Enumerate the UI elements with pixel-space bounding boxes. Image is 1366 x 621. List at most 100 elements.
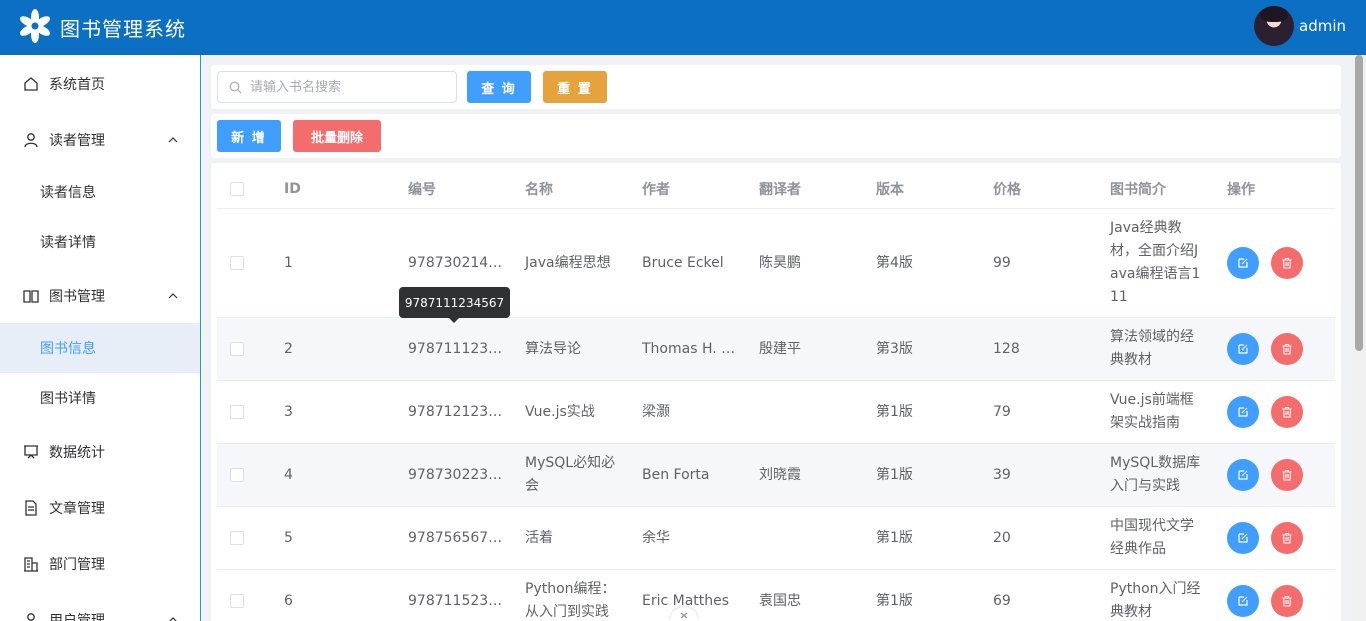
delete-button[interactable] [1271, 396, 1303, 428]
cell-price: 20 [993, 529, 1011, 546]
cell-price: 39 [993, 466, 1011, 483]
row-checkbox-cell[interactable] [230, 444, 244, 506]
table-row[interactable]: 5 978756567… 活着 余华 第1版 20 中国现代文学经典作品 [217, 507, 1335, 570]
add-button[interactable]: 新 增 [217, 120, 281, 152]
sidebar-item-reader-detail[interactable]: 读者详情 [0, 217, 200, 267]
cell-price: 99 [993, 254, 1011, 271]
select-all-checkbox[interactable] [230, 182, 244, 196]
query-button[interactable]: 查 询 [467, 71, 531, 103]
row-checkbox[interactable] [230, 594, 244, 608]
header-author[interactable]: 作者 [642, 169, 670, 209]
page-scrollbar[interactable] [1352, 55, 1366, 621]
cell-id: 5 [284, 529, 293, 546]
sidebar-item-book-info[interactable]: 图书信息 [0, 323, 200, 373]
avatar[interactable] [1254, 6, 1294, 46]
row-checkbox-cell[interactable] [230, 570, 244, 621]
select-all-checkbox-cell[interactable] [230, 169, 244, 209]
trash-icon [1282, 532, 1292, 544]
cell-author: Ben Forta [642, 466, 710, 483]
edit-button[interactable] [1227, 522, 1259, 554]
row-checkbox[interactable] [230, 531, 244, 545]
table-row[interactable]: 4 978730223… MySQL必知必会 Ben Forta 刘晓霞 第1版… [217, 444, 1335, 507]
row-checkbox-cell[interactable] [230, 507, 244, 569]
scrollbar-thumb[interactable] [1355, 55, 1363, 351]
cell-id: 1 [284, 254, 293, 271]
cell-edition: 第3版 [876, 340, 913, 357]
sidebar-item-home[interactable]: 系统首页 [0, 59, 200, 109]
cell-price: 128 [993, 340, 1020, 357]
sidebar-item-book-detail[interactable]: 图书详情 [0, 373, 200, 423]
cell-price: 79 [993, 403, 1011, 420]
trash-icon [1282, 469, 1292, 481]
header-translator[interactable]: 翻译者 [759, 169, 801, 209]
cell-author: 余华 [642, 529, 670, 546]
edit-button[interactable] [1227, 247, 1259, 279]
table-row[interactable]: 2 978711123… 算法导论 Thomas H. … 殷建平 第3版 12… [217, 318, 1335, 381]
header-isbn[interactable]: 编号 [408, 169, 436, 209]
search-input-wrapper[interactable] [217, 71, 457, 103]
document-icon [25, 500, 37, 516]
cell-price: 69 [993, 592, 1011, 609]
header-id[interactable]: ID [284, 169, 301, 209]
row-checkbox-cell[interactable] [230, 381, 244, 443]
header-price[interactable]: 价格 [993, 169, 1021, 209]
edit-icon [1238, 596, 1248, 606]
header-edition[interactable]: 版本 [876, 169, 904, 209]
table-row[interactable]: 1 978730214… Java编程思想 Bruce Eckel 陈昊鹏 第4… [217, 209, 1335, 318]
cell-id: 2 [284, 340, 293, 357]
sidebar-item-books[interactable]: 图书管理 [0, 271, 200, 321]
chevron-up-icon [169, 617, 177, 621]
edit-button[interactable] [1227, 396, 1259, 428]
cell-translator: 刘晓霞 [759, 466, 801, 483]
edit-button[interactable] [1227, 585, 1259, 617]
delete-button[interactable] [1271, 459, 1303, 491]
cell-name: Vue.js实战 [525, 403, 595, 420]
edit-button[interactable] [1227, 333, 1259, 365]
delete-button[interactable] [1271, 522, 1303, 554]
sidebar-item-readers[interactable]: 读者管理 [0, 115, 200, 165]
delete-button[interactable] [1271, 333, 1303, 365]
sidebar-item-users[interactable]: 用户管理 [0, 595, 200, 621]
username[interactable]: admin [1299, 17, 1346, 35]
batch-delete-button[interactable]: 批量删除 [293, 120, 381, 152]
sidebar-item-label: 文章管理 [49, 501, 105, 517]
row-checkbox[interactable] [230, 405, 244, 419]
cell-author: Thomas H. … [642, 340, 736, 357]
row-checkbox[interactable] [230, 342, 244, 356]
row-checkbox[interactable] [230, 256, 244, 270]
row-checkbox-cell[interactable] [230, 209, 244, 317]
user-icon [24, 133, 38, 148]
row-checkbox-cell[interactable] [230, 318, 244, 380]
sidebar-item-articles[interactable]: 文章管理 [0, 483, 200, 533]
row-checkbox[interactable] [230, 468, 244, 482]
cell-intro: Java经典教材，全面介绍Java编程语言111 [1110, 220, 1201, 305]
cell-edition: 第1版 [876, 529, 913, 546]
edit-button[interactable] [1227, 459, 1259, 491]
table-row[interactable]: 3 978712123… Vue.js实战 梁灏 第1版 79 Vue.js前端… [217, 381, 1335, 444]
sidebar-item-statistics[interactable]: 数据统计 [0, 427, 200, 477]
trash-icon [1282, 257, 1292, 269]
search-input[interactable] [250, 72, 450, 102]
header-name[interactable]: 名称 [525, 169, 553, 209]
header-intro[interactable]: 图书简介 [1110, 169, 1166, 209]
sidebar-item-label: 读者详情 [40, 235, 96, 251]
edit-icon [1238, 407, 1248, 417]
sidebar-item-label: 图书信息 [40, 341, 96, 357]
delete-button[interactable] [1271, 247, 1303, 279]
cell-id: 3 [284, 403, 293, 420]
cell-isbn: 978730223… [408, 466, 503, 483]
delete-button[interactable] [1271, 585, 1303, 617]
header-ops: 操作 [1227, 182, 1255, 198]
chart-icon [24, 445, 38, 459]
cell-id: 6 [284, 592, 293, 609]
sidebar-item-reader-info[interactable]: 读者信息 [0, 167, 200, 217]
edit-icon [1238, 470, 1248, 480]
sidebar-item-departments[interactable]: 部门管理 [0, 539, 200, 589]
cell-name: Java编程思想 [525, 254, 611, 271]
sidebar-item-label: 读者信息 [40, 185, 96, 201]
cell-name: 算法导论 [525, 340, 581, 357]
reset-button[interactable]: 重 置 [543, 71, 607, 103]
trash-icon [1282, 343, 1292, 355]
sidebar-item-label: 部门管理 [49, 557, 105, 573]
table-row[interactable]: 6 978711523… Python编程：从入门到实践 Eric Matthe… [217, 570, 1335, 621]
